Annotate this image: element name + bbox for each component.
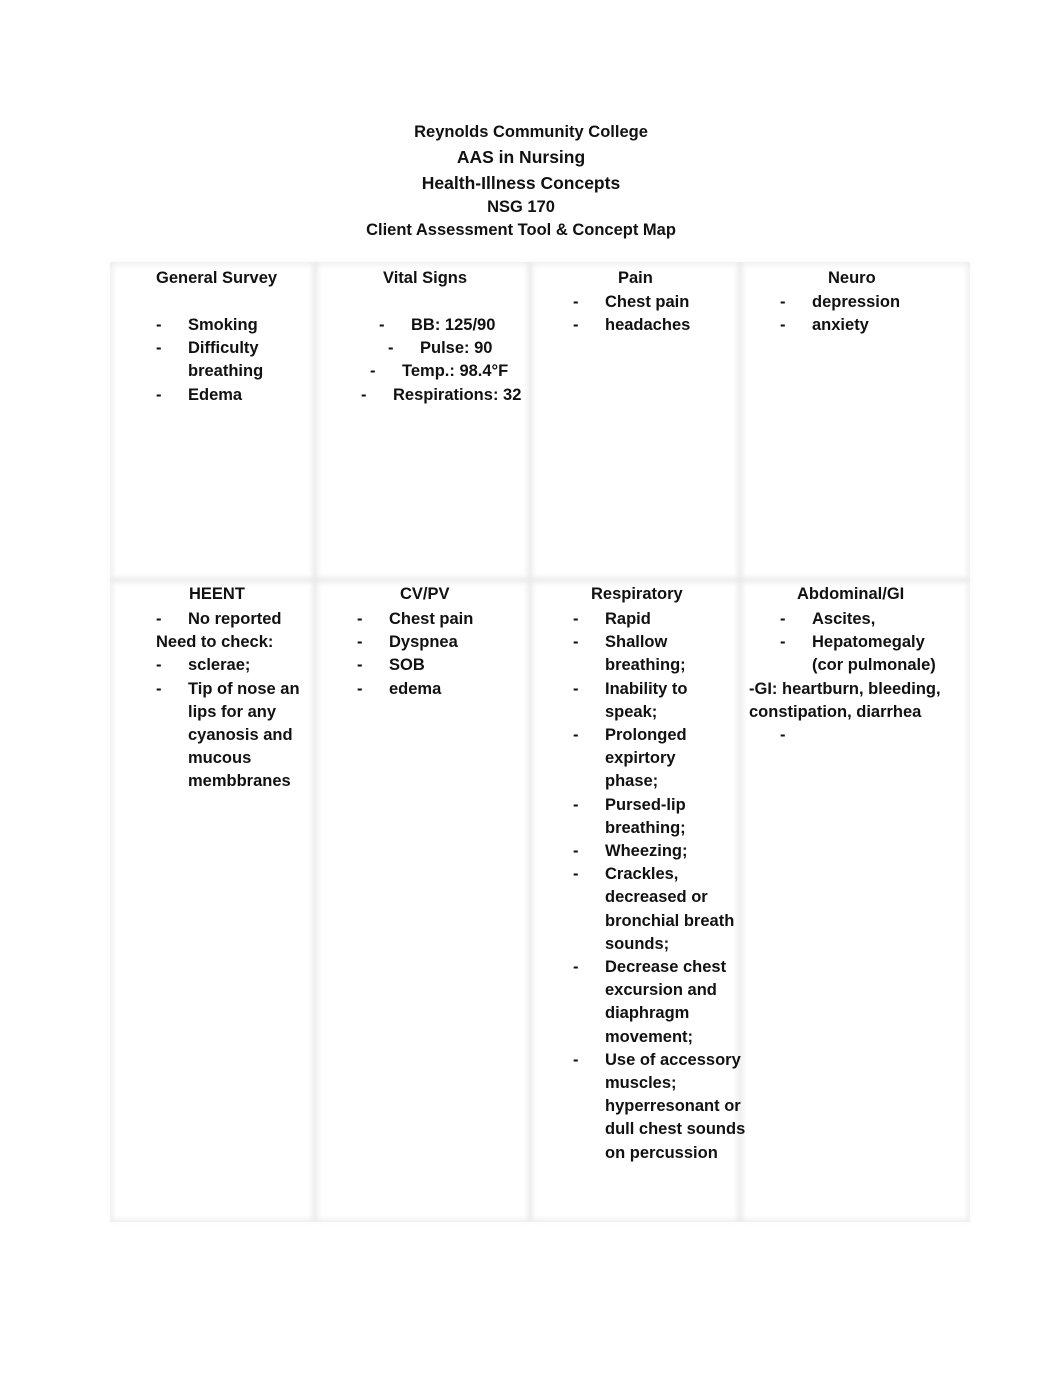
institution-name: Reynolds Community College	[414, 123, 648, 141]
document-title: Client Assessment Tool & Concept Map	[366, 221, 676, 239]
cell-title: Respiratory	[591, 585, 683, 603]
cell-respiratory: Respiratory - Rapid - Shallow breathing; -…	[530, 580, 745, 1222]
list-item: - Pulse: 90	[388, 339, 493, 358]
list-item: - anxiety	[780, 316, 869, 335]
cell-title: Vital Signs	[383, 269, 468, 287]
list-item: - Prolonged expirtory phase;	[573, 726, 687, 791]
cell-vital-signs: Vital Signs - BB: 125/90 - Pulse: 90 - Temp…	[315, 262, 530, 580]
assessment-table: General Survey - Smoking - Difficulty brea…	[110, 262, 970, 1222]
cell-general-survey: General Survey - Smoking - Difficulty brea…	[110, 262, 315, 580]
list-item: - Shallow breathing;	[573, 633, 686, 675]
list-item: - Wheezing;	[573, 842, 688, 861]
cell-neuro: Neuro - depression - anxiety	[740, 262, 970, 580]
list-item: - Use of accessory muscles; hyperresonant…	[573, 1050, 746, 1162]
list-item: - Decrease chest excursion and diaphragm …	[573, 958, 727, 1046]
cell-cv-pv: CV/PV - Chest pain - Dyspnea - SOB - edema	[315, 580, 530, 1222]
list-item: - sclerae;	[156, 656, 251, 675]
list-item: - SOB	[357, 656, 425, 675]
list-item: - Chest pain	[573, 293, 690, 311]
gi-note: -GI: heartburn, bleeding, constipation, …	[749, 679, 941, 721]
list-item: - Temp.: 98.4°F	[370, 362, 509, 381]
cell-pain: Pain - Chest pain - headaches	[530, 262, 740, 580]
list-item: - Inability to speak;	[573, 679, 688, 721]
list-item: - edema	[357, 679, 442, 698]
cell-title: Pain	[618, 269, 653, 287]
list-item: - Chest pain	[357, 610, 474, 628]
list-item: - Edema	[156, 385, 243, 404]
list-item: - Smoking	[156, 316, 258, 334]
course-title: Health-Illness Concepts	[421, 173, 621, 193]
cell-title: CV/PV	[400, 585, 450, 603]
list-item-empty: -	[780, 726, 786, 745]
list-item: - Crackles, decreased or bronchial breath…	[573, 865, 735, 953]
list-item: - Dyspnea	[357, 633, 458, 652]
list-item: - Pursed-lip breathing;	[573, 795, 686, 837]
list-item: - headaches	[573, 316, 691, 335]
list-item: - Respirations: 32	[361, 385, 522, 404]
list-item: - Ascites,	[780, 610, 876, 628]
cell-title: General Survey	[156, 269, 278, 287]
list-item: - Rapid	[573, 610, 651, 628]
cell-abdominal-gi: Abdominal/GI - Ascites, - Hepatomegaly (co…	[740, 580, 970, 1222]
list-item: - depression	[780, 293, 901, 311]
cell-title: Neuro	[828, 269, 876, 287]
check-note: Need to check:	[156, 633, 274, 652]
list-item: - Hepatomegaly (cor pulmonale)	[780, 633, 936, 675]
course-code: NSG 170	[487, 198, 555, 216]
list-item: - Tip of nose an lips for any cyanosis an…	[156, 679, 300, 791]
program-name: AAS in Nursing	[456, 147, 586, 167]
list-item: - Difficulty breathing	[156, 339, 264, 381]
cell-heent: HEENT - No reported Need to check: - scler…	[110, 580, 315, 1222]
cell-title: HEENT	[189, 585, 245, 603]
list-item: - BB: 125/90	[379, 316, 496, 334]
cell-title: Abdominal/GI	[797, 585, 905, 603]
list-item: - No reported	[156, 610, 282, 628]
